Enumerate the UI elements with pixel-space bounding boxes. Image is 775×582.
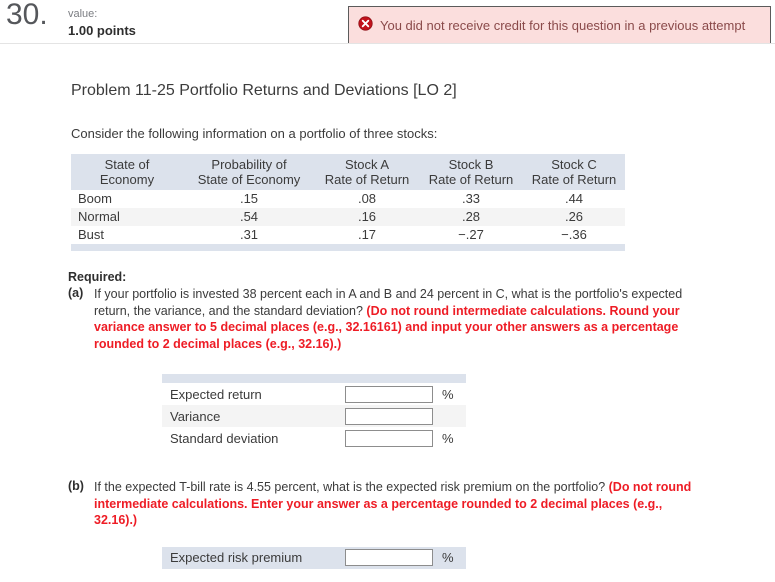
cell-probability: .31 <box>239 227 259 242</box>
part-b-text: If the expected T-bill rate is 4.55 perc… <box>94 480 609 494</box>
cell-probability: .15 <box>239 191 259 206</box>
answer-row-expected-return: Expected return % <box>162 383 466 405</box>
variance-input[interactable] <box>345 407 433 425</box>
cell-state: Boom <box>78 191 112 206</box>
col-header-stock-a: Stock A Rate of Return <box>315 154 419 190</box>
answer-label: Expected return <box>170 386 262 402</box>
answer-table-a-header-strip <box>162 374 466 383</box>
intro-text: Consider the following information on a … <box>71 126 438 141</box>
answer-suffix: % <box>437 546 466 569</box>
question-content: Problem 11-25 Portfolio Returns and Devi… <box>0 44 775 569</box>
cell-stock-b: −.27 <box>458 227 484 242</box>
answer-label: Standard deviation <box>170 430 279 446</box>
cell-stock-c: .26 <box>523 208 625 226</box>
col-header-line1: Stock A <box>344 157 390 172</box>
col-header-line2: Rate of Return <box>324 172 410 187</box>
table-row: Normal .54 .16 .28 .26 <box>71 208 625 226</box>
required-section: Required: (a) If your portfolio is inves… <box>68 270 708 569</box>
col-header-state-of-economy: State of Economy <box>71 154 183 190</box>
cell-stock-a: .16 <box>315 208 419 226</box>
required-label: Required: <box>68 270 127 284</box>
cell-stock-c: −.36 <box>561 227 587 242</box>
table-row: Bust .31 .17 −.27 −.36 <box>71 226 625 244</box>
portfolio-data-table: State of Economy Probability of State of… <box>71 153 625 251</box>
table-footer-bar <box>71 244 625 251</box>
cell-stock-c: .44 <box>564 191 584 206</box>
expected-return-input[interactable] <box>345 385 433 403</box>
answer-suffix: % <box>442 386 454 402</box>
page-title: Problem 11-25 Portfolio Returns and Devi… <box>71 82 457 99</box>
question-part-b: (b) If the expected T-bill rate is 4.55 … <box>68 479 708 529</box>
answer-row-variance: Variance <box>162 405 466 427</box>
points-value: 1.00 points <box>68 22 136 38</box>
question-number: 30. <box>6 0 48 31</box>
col-header-line1: Probability of <box>211 157 287 172</box>
cell-stock-b: .28 <box>419 208 523 226</box>
col-header-stock-b: Stock B Rate of Return <box>419 154 523 190</box>
question-part-a: (a) If your portfolio is invested 38 per… <box>68 286 708 352</box>
part-b-marker: (b) <box>68 479 84 493</box>
expected-risk-premium-input[interactable] <box>345 549 433 566</box>
cell-probability: .54 <box>183 208 315 226</box>
answer-table-b: Expected risk premium % <box>162 546 466 569</box>
col-header-probability: Probability of State of Economy <box>183 154 315 190</box>
cell-stock-a: .08 <box>357 191 377 206</box>
cell-state: Bust <box>78 227 105 242</box>
answer-table-a-wrap: Expected return % Variance Standard devi… <box>68 374 708 449</box>
answer-field-cell <box>345 383 437 405</box>
cell-stock-a: .17 <box>357 227 377 242</box>
col-header-line2: Rate of Return <box>428 172 514 187</box>
col-header-line1: Stock B <box>448 157 494 172</box>
table-header-row: State of Economy Probability of State of… <box>71 154 625 190</box>
alert-message: You did not receive credit for this ques… <box>380 17 746 33</box>
answer-field-cell <box>345 546 437 569</box>
table-row: Boom .15 .08 .33 .44 <box>71 190 625 208</box>
col-header-line2: Rate of Return <box>531 172 617 187</box>
cell-state: Normal <box>71 208 183 226</box>
answer-table-a: Expected return % Variance Standard devi… <box>162 383 466 449</box>
answer-table-b-wrap: Expected risk premium % <box>68 546 708 569</box>
error-circle-x-icon <box>358 16 373 31</box>
answer-row-expected-risk-premium: Expected risk premium % <box>162 546 466 569</box>
value-block: value: 1.00 points <box>68 8 136 39</box>
answer-row-standard-deviation: Standard deviation % <box>162 427 466 449</box>
col-header-line1: Stock C <box>551 157 597 172</box>
part-b-body: If the expected T-bill rate is 4.55 perc… <box>94 479 708 529</box>
answer-label: Expected risk premium <box>162 546 345 569</box>
answer-suffix: % <box>442 430 454 446</box>
col-header-line1: State of <box>104 157 150 172</box>
answer-field-cell <box>345 405 437 427</box>
col-header-line2: State of Economy <box>197 172 301 187</box>
cell-stock-b: .33 <box>461 191 481 206</box>
standard-deviation-input[interactable] <box>345 429 433 447</box>
part-a-marker: (a) <box>68 286 84 300</box>
answer-field-cell <box>345 427 437 449</box>
col-header-line2: Economy <box>99 172 155 187</box>
answer-suffix <box>437 405 466 427</box>
col-header-stock-c: Stock C Rate of Return <box>523 154 625 190</box>
previous-attempt-alert-banner: You did not receive credit for this ques… <box>348 6 771 44</box>
answer-label: Variance <box>162 405 345 427</box>
value-label: value: <box>68 8 98 20</box>
part-a-body: If your portfolio is invested 38 percent… <box>94 286 708 352</box>
question-header-bar: 30. value: 1.00 points You did not recei… <box>0 0 775 44</box>
